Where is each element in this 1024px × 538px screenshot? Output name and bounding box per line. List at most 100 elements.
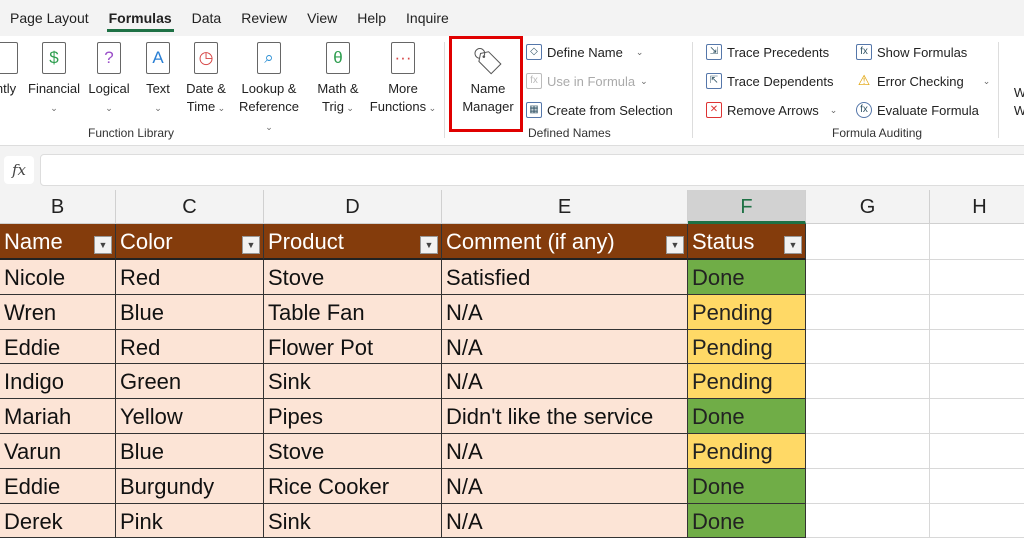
remove-arrows-button[interactable]: ✕ Remove Arrows ⌄ [706, 100, 837, 120]
show-formulas-button[interactable]: fx Show Formulas [856, 42, 967, 62]
table-cell[interactable]: Nicole [0, 260, 116, 295]
table-cell[interactable]: Sink [264, 364, 442, 400]
empty-cell[interactable] [806, 329, 930, 365]
table-cell[interactable]: N/A [442, 329, 688, 365]
define-name-button[interactable]: ◇ Define Name ⌄ [526, 42, 643, 62]
table-cell[interactable]: Indigo [0, 364, 116, 400]
empty-cell[interactable] [806, 294, 930, 330]
clock-button[interactable]: ◷ Date & Time ⌄ [184, 42, 228, 117]
column-header-g[interactable]: G [806, 190, 930, 224]
empty-cell[interactable] [930, 434, 1024, 469]
table-cell[interactable]: N/A [442, 434, 688, 469]
table-cell[interactable]: Blue [116, 434, 264, 469]
table-cell[interactable]: Didn't like the service [442, 399, 688, 434]
use-in-formula-button[interactable]: fx Use in Formula ⌄ [526, 71, 648, 91]
table-cell[interactable]: Eddie [0, 468, 116, 504]
table-cell[interactable]: Flower Pot [264, 329, 442, 365]
logical-button[interactable]: ? Logical ⌄ [86, 42, 132, 117]
empty-cell[interactable] [930, 468, 1024, 504]
trace-dependents-button[interactable]: ⇱ Trace Dependents [706, 71, 833, 91]
empty-cell[interactable] [930, 364, 1024, 400]
create-from-selection-button[interactable]: ▦ Create from Selection [526, 100, 673, 120]
filter-dropdown-icon[interactable]: ▼ [242, 236, 260, 254]
table-cell[interactable]: Green [116, 364, 264, 400]
table-cell[interactable]: N/A [442, 364, 688, 400]
table-cell[interactable]: Derek [0, 503, 116, 538]
insert-function-button[interactable]: fx [4, 156, 34, 184]
empty-cell[interactable] [930, 503, 1024, 538]
column-header-c[interactable]: C [116, 190, 264, 224]
table-cell[interactable]: Wren [0, 294, 116, 330]
empty-cell[interactable] [930, 294, 1024, 330]
table-cell[interactable]: Stove [264, 434, 442, 469]
table-cell[interactable]: N/A [442, 503, 688, 538]
table-cell[interactable]: Red [116, 260, 264, 295]
math-button[interactable]: θ Math & Trig ⌄ [312, 42, 364, 117]
status-cell[interactable]: Pending [688, 329, 806, 365]
empty-cell[interactable] [806, 364, 930, 400]
tab-review[interactable]: Review [231, 0, 297, 36]
table-cell[interactable]: Blue [116, 294, 264, 330]
empty-cell[interactable] [806, 468, 930, 504]
tab-data[interactable]: Data [182, 0, 232, 36]
empty-cell[interactable] [806, 503, 930, 538]
filter-dropdown-icon[interactable]: ▼ [94, 236, 112, 254]
table-cell[interactable]: Table Fan [264, 294, 442, 330]
table-cell[interactable]: Satisfied [442, 260, 688, 295]
table-cell[interactable]: Pipes [264, 399, 442, 434]
table-cell[interactable]: Pink [116, 503, 264, 538]
evaluate-formula-button[interactable]: fx Evaluate Formula [856, 100, 979, 120]
status-cell[interactable]: Done [688, 503, 806, 538]
status-cell[interactable]: Pending [688, 364, 806, 400]
clock-icon: ◷ [194, 42, 218, 74]
lookup-button[interactable]: ⌕ Lookup & Reference ⌄ [234, 42, 304, 136]
filter-dropdown-icon[interactable]: ▼ [784, 236, 802, 254]
tab-inquire[interactable]: Inquire [396, 0, 459, 36]
more-functions-button[interactable]: ··· More Functions ⌄ [366, 42, 440, 117]
recently-used-button[interactable]: ntly [0, 42, 18, 98]
table-cell[interactable]: Eddie [0, 329, 116, 365]
table-cell[interactable]: Red [116, 329, 264, 365]
empty-cell[interactable] [806, 434, 930, 469]
empty-cell[interactable] [806, 399, 930, 434]
error-checking-button[interactable]: ⚠ Error Checking ⌄ [856, 71, 991, 91]
empty-cell[interactable] [930, 260, 1024, 295]
header-label: Status [692, 229, 755, 254]
table-cell[interactable]: Rice Cooker [264, 468, 442, 504]
column-header-e[interactable]: E [442, 190, 688, 224]
column-header-b[interactable]: B [0, 190, 116, 224]
tab-view[interactable]: View [297, 0, 347, 36]
column-header-f[interactable]: F [688, 190, 806, 224]
trace-precedents-button[interactable]: ⇲ Trace Precedents [706, 42, 829, 62]
filter-dropdown-icon[interactable]: ▼ [420, 236, 438, 254]
table-cell[interactable]: N/A [442, 468, 688, 504]
tab-page-layout[interactable]: Page Layout [0, 0, 99, 36]
table-cell[interactable]: Burgundy [116, 468, 264, 504]
empty-cell[interactable] [930, 399, 1024, 434]
table-cell[interactable]: N/A [442, 294, 688, 330]
status-cell[interactable]: Done [688, 260, 806, 295]
filter-dropdown-icon[interactable]: ▼ [666, 236, 684, 254]
tab-help[interactable]: Help [347, 0, 396, 36]
logical-icon: ? [97, 42, 121, 74]
column-header-h[interactable]: H [930, 190, 1024, 224]
status-cell[interactable]: Done [688, 399, 806, 434]
empty-cell[interactable] [806, 260, 930, 295]
table-cell[interactable]: Yellow [116, 399, 264, 434]
tab-formulas[interactable]: Formulas [99, 0, 182, 36]
empty-cell[interactable] [930, 224, 1024, 260]
table-cell[interactable]: Stove [264, 260, 442, 295]
financial-button[interactable]: $ Financial ⌄ [28, 42, 80, 117]
text-button[interactable]: A Text ⌄ [140, 42, 176, 117]
status-cell[interactable]: Pending [688, 434, 806, 469]
empty-cell[interactable] [930, 329, 1024, 365]
column-header-d[interactable]: D [264, 190, 442, 224]
table-cell[interactable]: Varun [0, 434, 116, 469]
empty-cell[interactable] [806, 224, 930, 260]
status-cell[interactable]: Done [688, 468, 806, 504]
status-cell[interactable]: Pending [688, 294, 806, 330]
formula-input[interactable] [40, 154, 1024, 186]
watch-window-button[interactable]: W W [1010, 84, 1024, 120]
table-cell[interactable]: Mariah [0, 399, 116, 434]
table-cell[interactable]: Sink [264, 503, 442, 538]
